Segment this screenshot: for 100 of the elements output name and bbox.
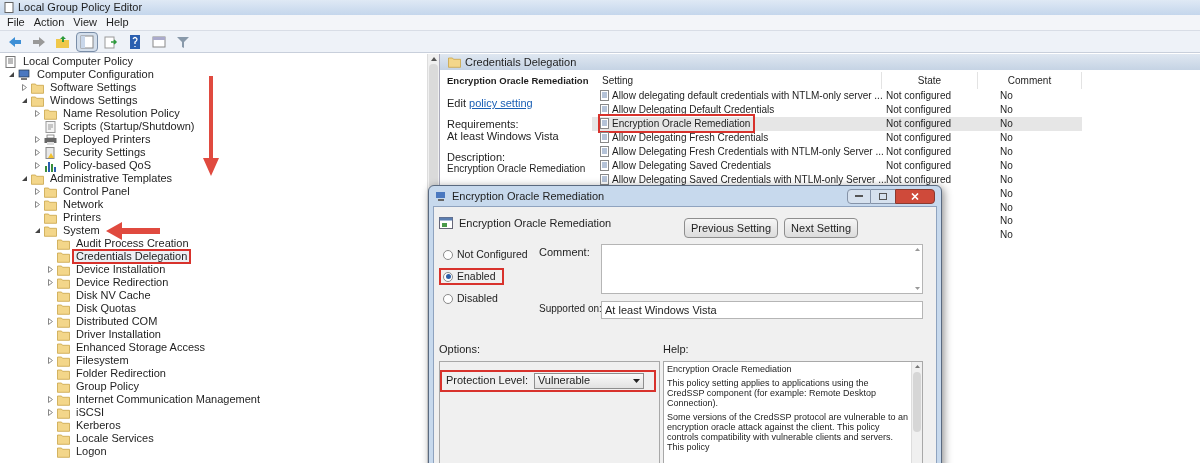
collapsed-icon[interactable]	[47, 396, 54, 403]
tree-item[interactable]: Kerberos	[72, 418, 125, 433]
radio-option[interactable]: Enabled	[439, 268, 504, 285]
bar-chart-icon	[44, 159, 57, 172]
collapsed-icon[interactable]	[47, 357, 54, 364]
tree-item[interactable]: Device Installation	[72, 262, 170, 277]
policy-setting-link[interactable]: policy setting	[469, 97, 533, 109]
expanded-icon[interactable]	[8, 71, 15, 78]
radio-option[interactable]: Not Configured	[439, 246, 536, 263]
minimize-button[interactable]	[847, 188, 871, 204]
collapsed-icon[interactable]	[21, 84, 28, 91]
policy-icon	[600, 118, 609, 130]
tree-item[interactable]: Network	[59, 197, 108, 212]
tree-item[interactable]: iSCSI	[72, 405, 109, 420]
collapsed-icon[interactable]	[34, 110, 41, 117]
tree-button[interactable]	[76, 31, 98, 52]
table-row[interactable]: Allow delegating default credentials with NTLM-only server ... Not configured No	[592, 89, 1082, 103]
collapsed-icon[interactable]	[47, 409, 54, 416]
tree-item[interactable]: Deployed Printers	[59, 132, 155, 147]
tree-item[interactable]: Locale Services	[72, 431, 158, 446]
column-header[interactable]: State	[882, 72, 978, 89]
edit-label: Edit	[447, 97, 467, 109]
scrollbar-thumb[interactable]	[913, 371, 921, 432]
menu-item[interactable]: Action	[30, 17, 68, 28]
folder-icon	[44, 211, 57, 224]
tree-item[interactable]: Disk Quotas	[72, 301, 140, 316]
tree-item[interactable]: Administrative Templates	[46, 171, 177, 186]
comment-cell: No	[1000, 90, 1013, 102]
setting-button[interactable]: Next Setting	[784, 218, 858, 238]
tree-item[interactable]: Filesystem	[72, 353, 133, 368]
folder-icon	[31, 172, 44, 185]
tree-item[interactable]: Group Policy	[72, 379, 143, 394]
tree-item[interactable]: Security Settings	[59, 145, 150, 160]
scrollbar[interactable]	[911, 361, 922, 463]
expanded-icon[interactable]	[21, 175, 28, 182]
policy-icon	[600, 104, 609, 116]
state-cell: Not configured	[886, 118, 952, 130]
menu-item[interactable]: File	[4, 17, 28, 28]
collapsed-icon[interactable]	[47, 279, 54, 286]
scroll-up-icon[interactable]	[914, 248, 920, 251]
folder-icon	[31, 81, 44, 94]
close-icon	[911, 192, 919, 200]
collapsed-icon[interactable]	[47, 266, 54, 273]
menu-item[interactable]: Help	[102, 17, 132, 28]
protection-level-label: Protection Level:	[446, 373, 528, 389]
tree-item[interactable]: Policy-based QoS	[59, 158, 156, 173]
dialog-title: Encryption Oracle Remediation	[452, 188, 605, 204]
setting-button[interactable]: Previous Setting	[683, 218, 779, 238]
help-text: Encryption Oracle Remediation	[667, 363, 793, 374]
tree-item[interactable]: Enhanced Storage Access	[72, 340, 210, 355]
table-row[interactable]: Allow Delegating Saved Credentials Not configured No	[592, 158, 1082, 173]
close-button[interactable]	[895, 188, 935, 204]
folder-icon	[44, 185, 57, 198]
tree-item[interactable]: Internet Communication Management	[72, 392, 265, 407]
comment-cell: No	[1000, 132, 1013, 144]
table-row[interactable]: Allow Delegating Saved Credentials with NTLM-only Server ...Not configured No	[592, 172, 1082, 187]
collapsed-icon[interactable]	[34, 136, 41, 143]
column-header[interactable]: Setting	[592, 72, 882, 89]
radio-option[interactable]: Disabled	[439, 290, 506, 307]
document-icon	[4, 2, 14, 13]
tree-item[interactable]: Windows Settings	[46, 93, 142, 108]
maximize-button[interactable]	[871, 188, 895, 204]
collapsed-icon[interactable]	[34, 149, 41, 156]
tree-item[interactable]: Disk NV Cache	[72, 288, 155, 303]
column-header[interactable]: Comment	[978, 72, 1082, 89]
menu-item[interactable]: View	[70, 17, 100, 28]
comment-cell: No	[1000, 173, 1013, 185]
tree-item[interactable]: Audit Process Creation	[72, 236, 193, 251]
folder-icon	[44, 107, 57, 120]
protection-level-dropdown[interactable]: Vulnerable	[533, 372, 644, 389]
tree-item[interactable]: Scripts (Startup/Shutdown)	[59, 119, 199, 134]
tree-icon	[79, 33, 95, 50]
scroll-up-icon[interactable]	[914, 364, 920, 368]
scroll-down-icon[interactable]	[914, 287, 920, 290]
comment-field[interactable]	[601, 244, 923, 294]
tree-item[interactable]: Folder Redirection	[72, 366, 170, 381]
tree-item[interactable]: Printers	[59, 210, 105, 225]
tree-item[interactable]: Computer Configuration	[33, 67, 158, 82]
comment-label: Comment:	[539, 245, 591, 260]
collapsed-icon[interactable]	[34, 162, 41, 169]
tree-item[interactable]: Name Resolution Policy	[59, 106, 184, 121]
tree-item[interactable]: Distributed COM	[72, 314, 162, 329]
options-label: Options:	[439, 342, 481, 357]
collapsed-icon[interactable]	[47, 318, 54, 325]
collapsed-icon[interactable]	[34, 188, 41, 195]
expanded-icon[interactable]	[21, 97, 28, 104]
scroll-up-icon[interactable]	[430, 57, 437, 61]
expanded-icon[interactable]	[34, 227, 41, 234]
table-row[interactable]: Encryption Oracle Remediation Not configured No	[592, 116, 1082, 131]
tree-item[interactable]: System	[59, 223, 104, 238]
tree-item[interactable]: Device Redirection	[72, 275, 173, 290]
collapsed-icon[interactable]	[34, 201, 41, 208]
tree-item[interactable]: Driver Installation	[72, 327, 165, 342]
tree-item[interactable]: Logon	[72, 444, 111, 459]
window-title: Local Group Policy Editor	[18, 2, 143, 13]
state-cell: Not configured	[886, 104, 952, 116]
tree-item[interactable]: Software Settings	[46, 80, 141, 95]
tree-item[interactable]: Credentials Delegation	[72, 249, 192, 264]
tree-item[interactable]: Control Panel	[59, 184, 134, 199]
tree-item[interactable]: Local Computer Policy	[19, 54, 138, 69]
